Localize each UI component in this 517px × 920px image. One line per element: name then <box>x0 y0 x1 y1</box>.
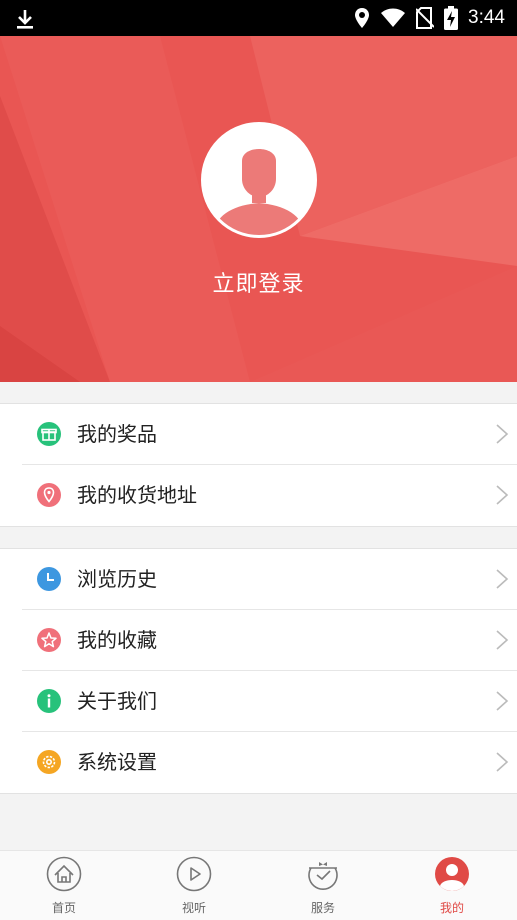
menu-group-general: 浏览历史 我的收藏 关于我们 系统设置 <box>0 548 517 794</box>
location-pin-icon <box>37 483 61 507</box>
menu-item-favorites[interactable]: 我的收藏 <box>22 610 517 671</box>
menu-item-shipping-address[interactable]: 我的收货地址 <box>22 465 517 526</box>
profile-header: 立即登录 <box>0 36 517 382</box>
gear-icon <box>37 750 61 774</box>
status-bar: 3:44 <box>0 0 517 36</box>
menu-item-label: 我的奖品 <box>77 422 157 446</box>
default-avatar-icon <box>204 125 314 235</box>
menu-item-settings[interactable]: 系统设置 <box>22 732 517 793</box>
chevron-right-icon <box>496 630 509 650</box>
tab-services[interactable]: 服务 <box>283 851 363 920</box>
no-sim-icon <box>416 7 435 29</box>
clock-time: 3:44 <box>468 7 505 28</box>
tab-label: 我的 <box>439 901 464 915</box>
battery-charging-icon <box>444 6 459 30</box>
tab-label: 服务 <box>310 901 335 915</box>
wifi-icon <box>381 8 406 27</box>
menu-item-label: 系统设置 <box>77 750 157 774</box>
bottom-tab-bar: 首页 视听 服务 我的 <box>0 850 517 920</box>
star-icon <box>37 628 61 652</box>
menu-group-rewards: 我的奖品 我的收货地址 <box>0 403 517 527</box>
chevron-right-icon <box>496 424 509 444</box>
avatar[interactable] <box>201 122 317 238</box>
chevron-right-icon <box>496 691 509 711</box>
menu-item-label: 浏览历史 <box>77 567 157 591</box>
chevron-right-icon <box>496 485 509 505</box>
download-icon <box>17 10 33 29</box>
gift-icon <box>37 422 61 446</box>
tab-media[interactable]: 视听 <box>154 851 234 920</box>
tab-label: 视听 <box>181 901 206 915</box>
login-button[interactable]: 立即登录 <box>0 266 517 298</box>
menu-item-history[interactable]: 浏览历史 <box>22 549 517 610</box>
chevron-right-icon <box>496 569 509 589</box>
clock-icon <box>37 567 61 591</box>
home-icon <box>46 856 82 892</box>
menu-item-prizes[interactable]: 我的奖品 <box>22 404 517 465</box>
tab-home[interactable]: 首页 <box>24 851 104 920</box>
menu-item-label: 我的收藏 <box>77 628 157 652</box>
tab-label: 首页 <box>51 901 76 915</box>
menu-item-label: 我的收货地址 <box>77 483 197 507</box>
profile-icon <box>435 857 469 891</box>
menu-item-about-us[interactable]: 关于我们 <box>22 671 517 732</box>
location-icon <box>355 8 370 28</box>
chevron-right-icon <box>496 752 509 772</box>
info-icon <box>37 689 61 713</box>
play-icon <box>176 856 212 892</box>
service-icon <box>308 862 338 890</box>
tab-profile[interactable]: 我的 <box>412 851 492 920</box>
menu-item-label: 关于我们 <box>77 689 157 713</box>
